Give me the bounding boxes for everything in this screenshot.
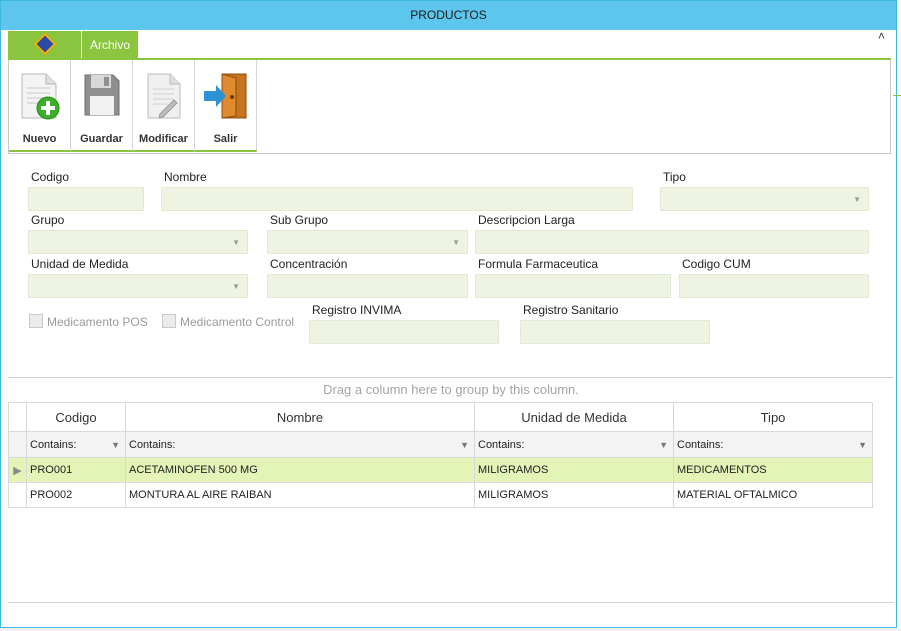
filter-cell-codigo[interactable]: Contains: ▼ <box>26 431 126 458</box>
nuevo-label: Nuevo <box>22 133 57 145</box>
group-by-panel[interactable]: Drag a column here to group by this colu… <box>8 378 894 402</box>
sub-grupo-select[interactable]: ▼ <box>267 230 468 254</box>
column-header-tipo[interactable]: Tipo <box>673 402 873 432</box>
header-row: Codigo Nombre Unidad de Medida Tipo <box>8 402 873 432</box>
grupo-select[interactable]: ▼ <box>28 230 248 254</box>
cell-unidad[interactable]: MILIGRAMOS <box>474 482 674 508</box>
row-indicator <box>8 482 27 508</box>
products-table: Codigo Nombre Unidad de Medida Tipo Cont… <box>8 402 873 508</box>
checkbox-box <box>162 314 176 328</box>
window-title: PRODUCTOS <box>1 1 896 30</box>
chevron-down-icon: ▼ <box>853 195 861 204</box>
nuevo-button[interactable]: Nuevo <box>9 60 71 152</box>
cell-unidad[interactable]: MILIGRAMOS <box>474 457 674 483</box>
ribbon-tab-strip: Archivo <box>8 31 891 60</box>
codigo-cum-field[interactable] <box>679 274 869 298</box>
table-row[interactable]: ▶ PRO001 ACETAMINOFEN 500 MG MILIGRAMOS … <box>8 457 873 483</box>
guardar-label: Guardar <box>80 133 123 145</box>
descripcion-larga-field[interactable] <box>475 230 869 254</box>
cell-codigo[interactable]: PRO002 <box>26 482 126 508</box>
row-indicator <box>8 431 27 458</box>
nombre-label: Nombre <box>164 170 207 184</box>
tab-archivo[interactable]: Archivo <box>82 31 138 59</box>
save-floppy-icon <box>84 74 119 116</box>
table-row[interactable]: PRO002 MONTURA AL AIRE RAIBAN MILIGRAMOS… <box>8 482 873 508</box>
modificar-label: Modificar <box>139 133 188 145</box>
filter-icon[interactable]: ▼ <box>460 440 469 450</box>
cell-nombre[interactable]: ACETAMINOFEN 500 MG <box>125 457 475 483</box>
codigo-label: Codigo <box>31 170 70 184</box>
descripcion-larga-label: Descripcion Larga <box>478 213 575 227</box>
medicamento-pos-checkbox[interactable]: Medicamento POS <box>29 314 148 329</box>
cell-codigo[interactable]: PRO001 <box>26 457 126 483</box>
formula-farmaceutica-label: Formula Farmaceutica <box>478 257 599 271</box>
new-document-icon <box>21 73 59 120</box>
column-header-codigo[interactable]: Codigo <box>26 402 126 432</box>
codigo-cum-label: Codigo CUM <box>682 257 751 271</box>
application-menu-button[interactable] <box>8 31 81 59</box>
filter-icon[interactable]: ▼ <box>111 440 120 450</box>
registro-invima-label: Registro INVIMA <box>312 303 402 317</box>
filter-operator: Contains: <box>129 438 176 451</box>
ribbon-collapse-button[interactable]: ˄ <box>878 29 885 43</box>
medicamento-control-checkbox[interactable]: Medicamento Control <box>162 314 294 329</box>
products-grid: Drag a column here to group by this colu… <box>8 377 894 603</box>
filter-cell-tipo[interactable]: Contains: ▼ <box>673 431 873 458</box>
status-divider <box>8 602 894 603</box>
ribbon-panel: Nuevo Guardar Modificar Salir <box>8 60 891 154</box>
filter-cell-unidad[interactable]: Contains: ▼ <box>474 431 674 458</box>
unidad-medida-label: Unidad de Medida <box>31 257 129 271</box>
cell-tipo[interactable]: MEDICAMENTOS <box>673 457 873 483</box>
productos-window: PRODUCTOS Archivo ˄ Nuevo Guardar Modifi… <box>0 0 897 628</box>
unidad-medida-select[interactable]: ▼ <box>28 274 248 298</box>
filter-row: Contains: ▼ Contains: ▼ Contains: ▼ Contain… <box>8 431 873 458</box>
edit-document-icon <box>147 73 180 119</box>
chevron-down-icon: ▼ <box>232 238 240 247</box>
grupo-label: Grupo <box>31 213 65 227</box>
checkbox-box <box>29 314 43 328</box>
column-header-nombre[interactable]: Nombre <box>125 402 475 432</box>
filter-icon[interactable]: ▼ <box>858 440 867 450</box>
sub-grupo-label: Sub Grupo <box>270 213 329 227</box>
registro-sanitario-field[interactable] <box>520 320 710 344</box>
salir-button[interactable]: Salir <box>195 60 257 152</box>
background-edge <box>893 95 901 96</box>
guardar-button[interactable]: Guardar <box>71 60 133 152</box>
tipo-label: Tipo <box>663 170 686 184</box>
concentracion-label: Concentración <box>270 257 348 271</box>
modificar-button[interactable]: Modificar <box>133 60 195 152</box>
registro-sanitario-label: Registro Sanitario <box>523 303 619 317</box>
cell-nombre[interactable]: MONTURA AL AIRE RAIBAN <box>125 482 475 508</box>
filter-operator: Contains: <box>478 438 525 451</box>
chevron-down-icon: ▼ <box>452 238 460 247</box>
filter-cell-nombre[interactable]: Contains: ▼ <box>125 431 475 458</box>
nombre-field[interactable] <box>161 187 633 211</box>
tipo-select[interactable]: ▼ <box>660 187 869 211</box>
concentracion-field[interactable] <box>267 274 468 298</box>
exit-door-icon <box>203 73 246 119</box>
current-row-indicator-icon: ▶ <box>8 457 27 483</box>
filter-icon[interactable]: ▼ <box>659 440 668 450</box>
filter-operator: Contains: <box>677 438 724 451</box>
cell-tipo[interactable]: MATERIAL OFTALMICO <box>673 482 873 508</box>
codigo-field[interactable] <box>28 187 144 211</box>
medicamento-pos-label: Medicamento POS <box>47 315 148 329</box>
registro-invima-field[interactable] <box>309 320 499 344</box>
medicamento-control-label: Medicamento Control <box>180 315 295 329</box>
chevron-down-icon: ▼ <box>232 282 240 291</box>
salir-label: Salir <box>213 133 238 145</box>
app-diamond-icon <box>33 32 57 56</box>
filter-operator: Contains: <box>30 438 77 451</box>
formula-farmaceutica-field[interactable] <box>475 274 671 298</box>
product-form: Codigo Nombre Tipo ▼ Grupo ▼ Sub Grupo ▼… <box>8 154 891 377</box>
column-header-unidad[interactable]: Unidad de Medida <box>474 402 674 432</box>
row-indicator-header <box>8 402 27 432</box>
